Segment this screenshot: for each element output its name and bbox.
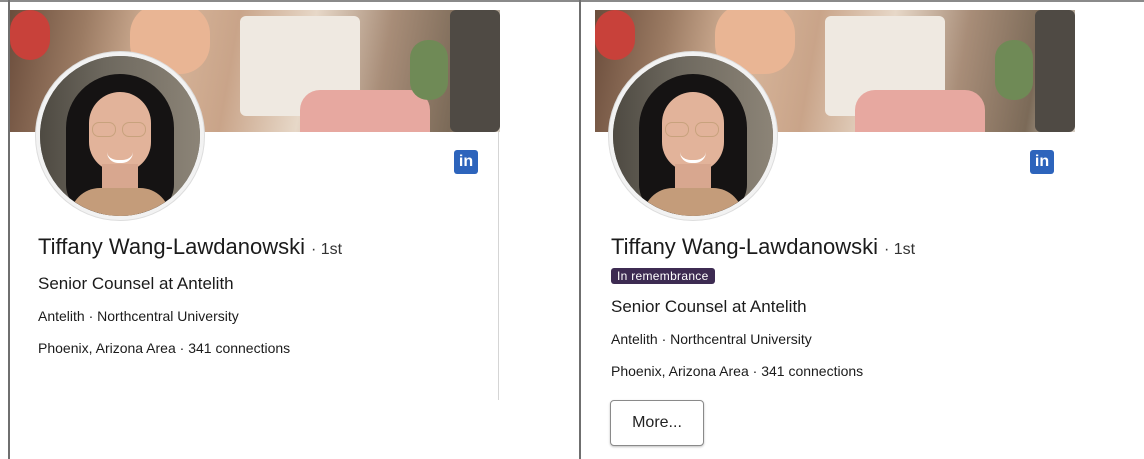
- profile-avatar[interactable]: [609, 52, 777, 220]
- connection-degree: · 1st: [310, 241, 343, 258]
- connection-degree: · 1st: [883, 241, 916, 258]
- more-button[interactable]: More...: [610, 400, 704, 446]
- profile-location-line: Phoenix, Arizona Area · 341 connections: [38, 340, 291, 356]
- profile-headline: Senior Counsel at Antelith: [38, 274, 234, 293]
- profile-name[interactable]: Tiffany Wang-Lawdanowski · 1st: [611, 234, 915, 260]
- profile-name[interactable]: Tiffany Wang-Lawdanowski · 1st: [38, 234, 342, 260]
- profile-card-right: in Tiffany Wang-Lawdanowski · 1st In reme…: [581, 10, 1081, 459]
- profile-name-text: Tiffany Wang-Lawdanowski: [38, 234, 305, 259]
- in-remembrance-badge: In remembrance: [611, 268, 715, 284]
- profile-avatar[interactable]: [36, 52, 204, 220]
- profile-location-line: Phoenix, Arizona Area · 341 connections: [611, 363, 864, 379]
- profile-org-line: Antelith · Northcentral University: [611, 331, 812, 347]
- linkedin-icon[interactable]: in: [1030, 150, 1054, 174]
- profile-card-left: in Tiffany Wang-Lawdanowski · 1st Senior …: [10, 10, 500, 459]
- profile-org-line: Antelith · Northcentral University: [38, 308, 239, 324]
- profile-headline: Senior Counsel at Antelith: [611, 297, 807, 316]
- profile-name-text: Tiffany Wang-Lawdanowski: [611, 234, 878, 259]
- top-border: [0, 0, 1144, 2]
- linkedin-icon[interactable]: in: [454, 150, 478, 174]
